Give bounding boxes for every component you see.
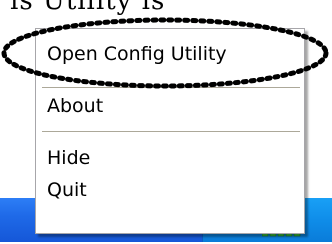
menu-item-quit[interactable]: Quit [47, 176, 87, 204]
menu-item-hide[interactable]: Hide [47, 144, 90, 172]
menu-item-about[interactable]: About [47, 92, 103, 120]
menu-separator [42, 131, 300, 133]
highlight-dotted-ellipse [1, 17, 329, 89]
